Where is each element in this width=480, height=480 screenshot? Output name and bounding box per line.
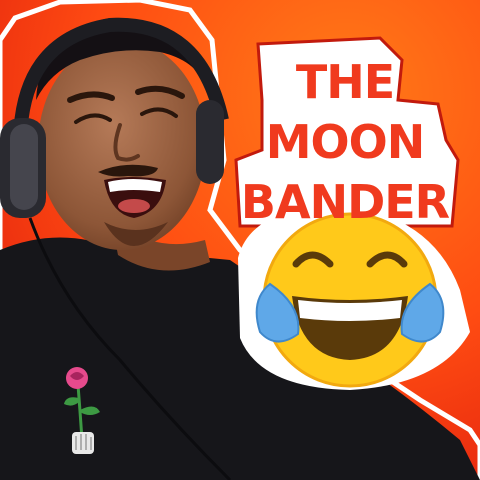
thumbnail-title: THE MOON BANDER <box>210 35 480 240</box>
title-line-1: THE <box>295 55 395 109</box>
title-line-3: BANDER <box>240 175 450 229</box>
tongue <box>118 199 150 213</box>
video-thumbnail: THE MOON BANDER <box>0 0 480 480</box>
title-line-2: MOON <box>265 115 425 169</box>
face <box>38 40 206 250</box>
